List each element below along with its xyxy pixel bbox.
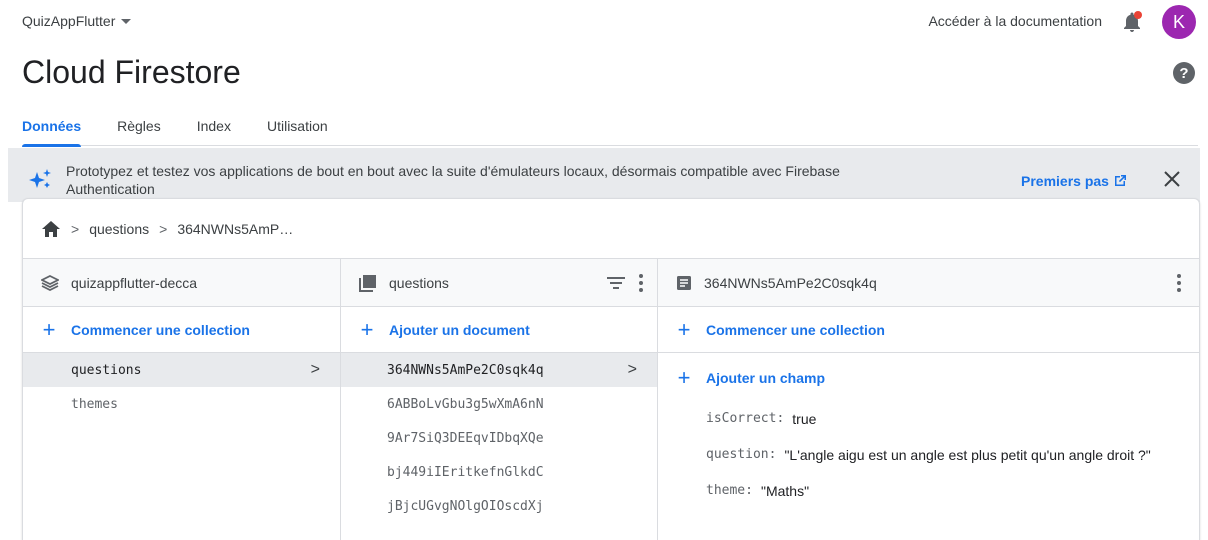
field-value: "Maths" bbox=[760, 483, 810, 499]
start-collection-label: Commencer une collection bbox=[706, 321, 885, 338]
list-item[interactable]: questions > bbox=[23, 353, 340, 387]
collection-name: questions bbox=[71, 362, 142, 378]
chevron-right-icon: > bbox=[627, 361, 637, 378]
more-vert-icon[interactable] bbox=[1177, 274, 1181, 292]
field-row[interactable]: isCorrect: true bbox=[658, 409, 1199, 429]
plus-icon: + bbox=[42, 316, 56, 342]
field-value: true bbox=[792, 411, 817, 427]
help-icon[interactable]: ? bbox=[1173, 62, 1195, 84]
tab-rules[interactable]: Règles bbox=[117, 106, 161, 146]
collection-title: questions bbox=[389, 274, 449, 291]
home-icon[interactable] bbox=[41, 220, 61, 238]
more-vert-icon[interactable] bbox=[639, 274, 643, 292]
tab-data[interactable]: Données bbox=[22, 106, 82, 147]
column-header: 364NWNs5AmPe2C0sqk4q bbox=[658, 259, 1199, 307]
emulator-banner: Prototypez et testez vos applications de… bbox=[8, 148, 1200, 202]
get-started-link[interactable]: Premiers pas bbox=[1021, 173, 1127, 189]
tab-usage[interactable]: Utilisation bbox=[267, 106, 328, 146]
plus-icon: + bbox=[677, 316, 691, 342]
chevron-right-icon: > bbox=[71, 220, 80, 237]
column-header: quizappflutter-decca bbox=[23, 259, 340, 307]
field-row[interactable]: question: "L'angle aigu est un angle est… bbox=[658, 445, 1199, 465]
add-field-button[interactable]: + Ajouter un champ bbox=[658, 353, 1199, 403]
document-id: 9Ar7SiQ3DEEqvIDbqXQe bbox=[387, 430, 544, 446]
plus-icon: + bbox=[360, 316, 374, 342]
plus-icon: + bbox=[677, 365, 691, 390]
column-header: questions bbox=[341, 259, 657, 307]
document-title: 364NWNs5AmPe2C0sqk4q bbox=[704, 274, 877, 291]
add-field-label: Ajouter un champ bbox=[706, 370, 826, 386]
notifications-icon[interactable] bbox=[1121, 10, 1143, 34]
list-item[interactable]: 9Ar7SiQ3DEEqvIDbqXQe bbox=[341, 421, 657, 455]
project-id: quizappflutter-decca bbox=[71, 274, 198, 291]
breadcrumb: > questions > 364NWNs5AmP… bbox=[23, 199, 1199, 259]
breadcrumb-document[interactable]: 364NWNs5AmP… bbox=[177, 221, 293, 237]
tab-index[interactable]: Index bbox=[197, 106, 231, 146]
close-icon[interactable] bbox=[1163, 170, 1181, 188]
field-key: question: bbox=[706, 447, 777, 462]
top-bar: QuizAppFlutter Accéder à la documentatio… bbox=[0, 0, 1208, 44]
list-item[interactable]: themes bbox=[23, 387, 340, 421]
project-selector[interactable]: QuizAppFlutter bbox=[22, 13, 132, 29]
banner-text: Prototypez et testez vos applications de… bbox=[66, 163, 840, 197]
add-document-button[interactable]: + Ajouter un document bbox=[341, 307, 657, 353]
avatar[interactable]: K bbox=[1162, 5, 1196, 39]
collection-icon bbox=[359, 274, 376, 292]
tab-bar: Données Règles Index Utilisation bbox=[22, 106, 1198, 147]
list-item[interactable]: jBjcUGvgNOlgOIOscdXj bbox=[341, 489, 657, 523]
documentation-link[interactable]: Accéder à la documentation bbox=[928, 13, 1102, 29]
collection-column: questions + Ajouter un document 364NWNs5… bbox=[341, 259, 658, 540]
field-value: "L'angle aigu est un angle est plus peti… bbox=[784, 447, 1151, 463]
start-collection-button[interactable]: + Commencer une collection bbox=[23, 307, 340, 353]
root-column: quizappflutter-decca + Commencer une col… bbox=[23, 259, 341, 540]
chevron-right-icon: > bbox=[159, 220, 168, 237]
field-key: theme: bbox=[706, 483, 753, 498]
start-collection-label: Commencer une collection bbox=[71, 321, 250, 338]
get-started-label: Premiers pas bbox=[1021, 173, 1109, 189]
add-document-label: Ajouter un document bbox=[389, 321, 530, 338]
collection-name: themes bbox=[71, 396, 118, 412]
document-id: 364NWNs5AmPe2C0sqk4q bbox=[387, 362, 544, 378]
document-id: jBjcUGvgNOlgOIOscdXj bbox=[387, 498, 544, 514]
list-item[interactable]: 6ABBoLvGbu3g5wXmA6nN bbox=[341, 387, 657, 421]
list-item[interactable]: 364NWNs5AmPe2C0sqk4q > bbox=[341, 353, 657, 387]
document-id: bj449iIEritkefnGlkdC bbox=[387, 464, 544, 480]
document-icon bbox=[677, 275, 691, 290]
breadcrumb-collection[interactable]: questions bbox=[89, 221, 149, 237]
document-id: 6ABBoLvGbu3g5wXmA6nN bbox=[387, 396, 544, 412]
sparkle-icon bbox=[29, 169, 51, 188]
database-icon bbox=[41, 274, 59, 291]
field-row[interactable]: theme: "Maths" bbox=[658, 481, 1199, 501]
filter-icon[interactable] bbox=[607, 276, 625, 290]
open-in-new-icon bbox=[1114, 175, 1126, 186]
list-item[interactable]: bj449iIEritkefnGlkdC bbox=[341, 455, 657, 489]
field-key: isCorrect: bbox=[706, 411, 785, 426]
chevron-down-icon bbox=[121, 19, 132, 24]
document-column: 364NWNs5AmPe2C0sqk4q + Commencer une col… bbox=[658, 259, 1199, 540]
start-collection-button[interactable]: + Commencer une collection bbox=[658, 307, 1199, 353]
page-title: Cloud Firestore bbox=[22, 54, 241, 90]
project-name: QuizAppFlutter bbox=[22, 13, 116, 29]
chevron-right-icon: > bbox=[310, 361, 320, 378]
data-panel: > questions > 364NWNs5AmP… quizappflutte… bbox=[22, 198, 1200, 540]
